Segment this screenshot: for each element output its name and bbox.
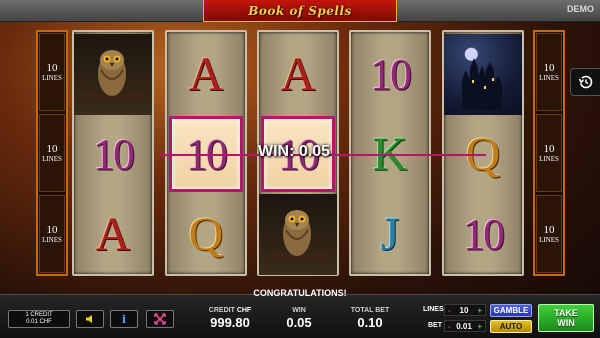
total-bet-label: TOTAL BET	[350, 307, 390, 314]
gamble-button[interactable]: GAMBLE	[490, 304, 532, 317]
symbol-A: A	[74, 194, 152, 275]
game-title-banner: Book of Spells	[203, 0, 397, 22]
line-label: LINES	[539, 154, 559, 163]
info-icon: i	[121, 312, 127, 326]
owl-icon	[82, 49, 144, 99]
lines-stepper[interactable]: - 10 +	[444, 304, 486, 316]
line-indicator-top-right: 10 LINES	[536, 33, 562, 111]
line-count: 10	[543, 61, 555, 74]
symbol-text: A	[188, 48, 224, 101]
line-indicator-bottom-left: 10 LINES	[39, 195, 65, 273]
win-display: WIN 0.05	[278, 307, 320, 330]
line-indicator-middle-left: 10 LINES	[39, 114, 65, 192]
history-button[interactable]	[570, 68, 600, 96]
history-icon	[578, 75, 592, 89]
currency-label: CHF	[236, 307, 252, 314]
credit-label: CREDIT	[208, 307, 235, 314]
line-indicator-middle-right: 10 LINES	[536, 114, 562, 192]
line-label: LINES	[42, 235, 62, 244]
credit-value: 999.80	[210, 315, 250, 330]
demo-label: DEMO	[567, 4, 594, 14]
symbol-text: 10	[370, 50, 412, 99]
lines-label: LINES	[423, 306, 444, 313]
info-button[interactable]: i	[110, 310, 138, 328]
lines-indicator-left: 10 LINES 10 LINES 10 LINES	[36, 30, 68, 276]
line-indicator-bottom-right: 10 LINES	[536, 195, 562, 273]
win-amount-overlay: WIN: 0.05	[258, 143, 331, 160]
line-count: 10	[46, 223, 58, 236]
bet-value: 0.01	[456, 321, 472, 331]
win-label: WIN	[292, 307, 306, 314]
bet-label: BET	[428, 322, 442, 329]
lines-indicator-right: 10 LINES 10 LINES 10 LINES	[533, 30, 565, 276]
credit-unit-value: 0.01 CHF	[26, 319, 52, 325]
congratulations-message: CONGRATULATIONS!	[253, 288, 347, 298]
castle-icon	[462, 57, 502, 110]
lines-value: 10	[459, 305, 469, 315]
win-value: 0.05	[286, 315, 312, 330]
symbol-text: Q	[188, 208, 224, 261]
line-indicator-top-left: 10 LINES	[39, 33, 65, 111]
line-count: 10	[543, 142, 555, 155]
speaker-icon	[86, 315, 92, 323]
sound-button[interactable]	[76, 310, 104, 328]
line-count: 10	[46, 61, 58, 74]
symbol-A: A	[259, 34, 337, 115]
line-label: LINES	[42, 73, 62, 82]
total-bet-value: 0.10	[357, 315, 383, 330]
line-count: 10	[46, 142, 58, 155]
symbol-text: 10	[93, 130, 135, 179]
reel-2: A 10 Q	[165, 30, 247, 276]
symbol-text: A	[280, 48, 316, 101]
line-count: 10	[543, 223, 555, 236]
symbol-owl	[259, 194, 337, 275]
autoplay-button[interactable]: AUTO	[490, 320, 532, 333]
take-win-label-line1: TAKE	[554, 308, 578, 318]
symbol-10: 10	[74, 114, 152, 195]
credit-unit: 1 CREDIT	[25, 312, 53, 318]
line-label: LINES	[539, 73, 559, 82]
take-win-button[interactable]: TAKE WIN	[538, 304, 594, 332]
symbol-text: A	[95, 208, 131, 261]
fullscreen-icon	[154, 313, 166, 325]
symbol-10: 10	[351, 34, 429, 115]
symbol-owl	[74, 34, 152, 115]
credit-display: CREDIT CHF 999.80	[204, 307, 256, 330]
bet-plus-button[interactable]: +	[477, 322, 482, 331]
symbol-Q: Q	[167, 194, 245, 275]
line-label: LINES	[539, 235, 559, 244]
fullscreen-button[interactable]	[146, 310, 174, 328]
owl-icon	[267, 209, 329, 259]
symbol-text: 10	[463, 210, 505, 259]
symbol-10: 10	[444, 194, 522, 275]
reel-4: 10 K J	[349, 30, 431, 276]
bet-stepper[interactable]: - 0.01 +	[444, 320, 486, 332]
reel-5: Q 10	[442, 30, 524, 276]
game-title: Book of Spells	[248, 3, 352, 18]
lines-minus-button[interactable]: -	[448, 306, 451, 315]
take-win-label-line2: WIN	[557, 318, 575, 328]
credit-value-box[interactable]: 1 CREDIT 0.01 CHF	[8, 310, 70, 328]
symbol-J: J	[351, 194, 429, 275]
symbol-A: A	[167, 34, 245, 115]
total-bet-display: TOTAL BET 0.10	[344, 307, 396, 330]
lines-plus-button[interactable]: +	[477, 306, 482, 315]
symbol-text: J	[380, 208, 400, 261]
reel-1: 10 A	[72, 30, 154, 276]
symbol-castle	[444, 34, 522, 115]
bet-minus-button[interactable]: -	[448, 322, 451, 331]
line-label: LINES	[42, 154, 62, 163]
